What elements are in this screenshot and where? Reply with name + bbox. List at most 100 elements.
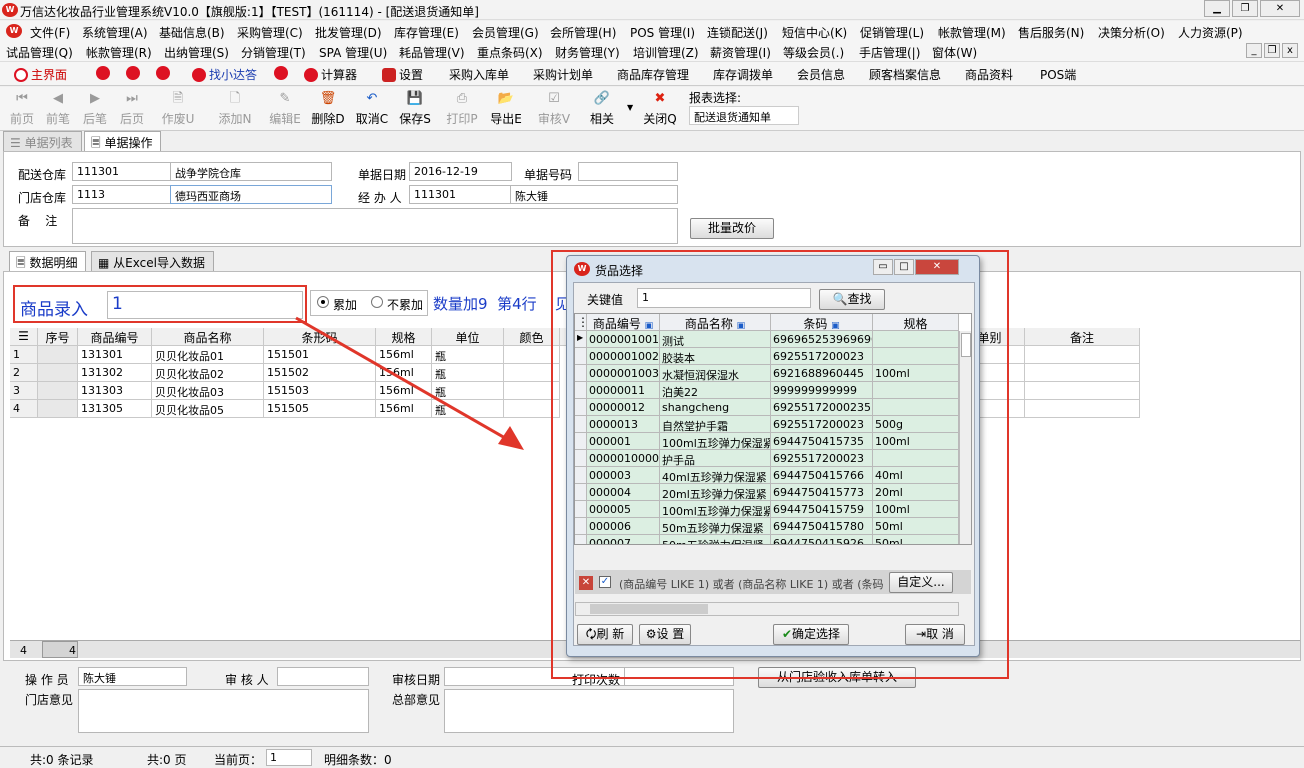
menu-cashier[interactable]: 出纳管理(S) — [164, 44, 229, 61]
handler-code[interactable]: 111301 — [409, 185, 512, 204]
col-unit[interactable]: 单位 — [432, 328, 504, 346]
cell-spec[interactable]: 156ml — [376, 346, 432, 364]
goods-row[interactable]: 000004 20ml五珍弹力保湿紧 6944750415773 20ml — [575, 484, 959, 501]
col-goods-barcode[interactable]: 条码 ▣ — [771, 314, 873, 331]
current-page-input[interactable]: 1 — [266, 749, 312, 766]
cell[interactable] — [1025, 346, 1140, 364]
goods-row[interactable]: 00000012 shangcheng 69255172000235 — [575, 399, 959, 416]
cell-name[interactable]: 贝贝化妆品01 — [152, 346, 264, 364]
menu-basic-info[interactable]: 基础信息(B) — [159, 24, 225, 41]
mdi-close-button[interactable]: x — [1282, 43, 1298, 58]
goods-barcode-cell[interactable]: 6944750415926 — [771, 535, 873, 544]
goods-spec-cell[interactable] — [873, 399, 959, 416]
close-form-button[interactable]: ✖ 关闭Q — [640, 91, 680, 127]
quick-transfer[interactable]: 库存调拨单 — [713, 66, 773, 83]
cell-name[interactable]: 贝贝化妆品05 — [152, 400, 264, 418]
related-button[interactable]: 🔗 相关 — [582, 91, 622, 127]
tab-excel-import[interactable]: ▦ 从Excel导入数据 — [91, 251, 214, 271]
goods-barcode-cell[interactable]: 999999999999 — [771, 382, 873, 399]
quick-home[interactable]: 主界面 — [14, 66, 67, 83]
goods-row[interactable]: 0000001003 水凝恒润保湿水 6921688960445 100ml — [575, 365, 959, 382]
quick-purchase-in[interactable]: 采购入库单 — [449, 66, 509, 83]
goods-code-cell[interactable]: 000005 — [587, 501, 660, 518]
v-scroll-thumb[interactable] — [961, 333, 971, 357]
quick-customer[interactable]: 顾客档案信息 — [869, 66, 941, 83]
dialog-close-button[interactable]: ✕ — [915, 259, 959, 275]
menu-wholesale[interactable]: 批发管理(D) — [315, 24, 382, 41]
confirm-select-button[interactable]: ✔确定选择 — [773, 624, 849, 645]
goods-spec-cell[interactable]: 20ml — [873, 484, 959, 501]
cell-code[interactable]: 131305 — [78, 400, 152, 418]
next-button[interactable]: ▶ 后笔 — [75, 91, 115, 127]
tab-detail[interactable]: 🗏 数据明细 — [9, 251, 87, 272]
cell-spec[interactable]: 156ml — [376, 364, 432, 382]
filter-icon[interactable]: ▣ — [737, 321, 746, 330]
send-warehouse-code[interactable]: 111301 — [72, 162, 172, 181]
menu-accounts[interactable]: 帐款管理(M) — [938, 24, 1006, 41]
menu-sms[interactable]: 短信中心(K) — [782, 24, 847, 41]
goods-code-cell[interactable]: 000004 — [587, 484, 660, 501]
menu-window[interactable]: 窗体(W) — [932, 44, 977, 61]
menu-inventory[interactable]: 库存管理(E) — [394, 24, 459, 41]
doc-no-field[interactable] — [578, 162, 678, 181]
date-field[interactable]: 2016-12-19 — [409, 162, 512, 181]
filter-icon[interactable]: ▣ — [831, 321, 840, 330]
last-page-button[interactable]: ⏭ 后页 — [112, 91, 152, 127]
note-field[interactable] — [72, 208, 678, 244]
goods-name-cell[interactable]: 50m五珍弹力保湿紧 — [660, 518, 771, 535]
goods-name-cell[interactable]: 胶装本 — [660, 348, 771, 365]
menu-chain[interactable]: 连锁配送(J) — [707, 24, 768, 41]
quick-calculator[interactable]: 计算器 — [304, 66, 357, 83]
goods-name-cell[interactable]: 护手品 — [660, 450, 771, 467]
goods-spec-cell[interactable]: 40ml — [873, 467, 959, 484]
store-opinion-field[interactable] — [78, 689, 369, 733]
goods-code-cell[interactable]: 0000001003 — [587, 365, 660, 382]
goods-name-cell[interactable]: 测试 — [660, 331, 771, 348]
col-goods-spec[interactable]: 规格 — [873, 314, 959, 331]
goods-row[interactable]: 000003 40ml五珍弹力保湿紧 6944750415766 40ml — [575, 467, 959, 484]
store-warehouse-code[interactable]: 1113 — [72, 185, 172, 204]
cell-unit[interactable]: 瓶 — [432, 382, 504, 400]
radio-no-accumulate[interactable] — [371, 296, 383, 308]
dialog-maximize-button[interactable]: □ — [894, 259, 914, 275]
cell-name[interactable]: 贝贝化妆品02 — [152, 364, 264, 382]
settings-button[interactable]: ⚙设 置 — [639, 624, 691, 645]
col-goods-name[interactable]: 商品名称 ▣ — [660, 314, 771, 331]
refresh-button[interactable]: 🗘刷 新 — [577, 624, 633, 645]
cell-spec[interactable]: 156ml — [376, 400, 432, 418]
col-goods-code[interactable]: 商品编号 ▣ — [587, 314, 660, 331]
menu-accounts2[interactable]: 帐款管理(R) — [86, 44, 152, 61]
edit-button[interactable]: ✎ 编辑E — [265, 91, 305, 127]
export-button[interactable]: 📂 导出E — [486, 91, 526, 127]
cell-unit[interactable]: 瓶 — [432, 364, 504, 382]
cell-barcode[interactable]: 151503 — [264, 382, 376, 400]
menu-spa[interactable]: SPA 管理(U) — [319, 44, 387, 61]
goods-barcode-cell[interactable]: 6921688960445 — [771, 365, 873, 382]
goods-code-cell[interactable]: 00000100000 — [587, 450, 660, 467]
tab-operation[interactable]: 🗏 单据操作 — [84, 131, 162, 152]
report-select[interactable]: 配送退货通知单 — [689, 106, 799, 125]
goods-code-cell[interactable]: 00000011 — [587, 382, 660, 399]
cell-unit[interactable]: 瓶 — [432, 400, 504, 418]
cell[interactable] — [1025, 382, 1140, 400]
goods-spec-cell[interactable] — [873, 450, 959, 467]
related-dropdown-icon[interactable]: ▼ — [627, 103, 633, 112]
filter-icon[interactable]: ▣ — [645, 321, 654, 330]
menu-distribution[interactable]: 分销管理(T) — [241, 44, 306, 61]
cell-barcode[interactable]: 151501 — [264, 346, 376, 364]
menu-level-member[interactable]: 等级会员(.) — [783, 44, 844, 61]
menu-aftersale[interactable]: 售后服务(N) — [1018, 24, 1084, 41]
menu-training[interactable]: 培训管理(Z) — [633, 44, 699, 61]
goods-row[interactable]: 0000013 自然堂护手霜 6925517200023 500g — [575, 416, 959, 433]
goods-row[interactable]: 000006 50m五珍弹力保湿紧 6944750415780 50ml — [575, 518, 959, 535]
goods-spec-cell[interactable] — [873, 382, 959, 399]
goods-code-cell[interactable]: 000007 — [587, 535, 660, 544]
cell-code[interactable]: 131303 — [78, 382, 152, 400]
quick-pos[interactable]: POS端 — [1040, 66, 1076, 83]
menu-club[interactable]: 会所管理(H) — [550, 24, 616, 41]
goods-row[interactable]: 00000011 泊美22 999999999999 — [575, 382, 959, 399]
search-button[interactable]: 🔍查找 — [819, 289, 885, 310]
col-spec[interactable]: 规格 — [376, 328, 432, 346]
horizontal-scrollbar[interactable] — [575, 602, 959, 616]
bulb-icon[interactable] — [156, 66, 173, 80]
